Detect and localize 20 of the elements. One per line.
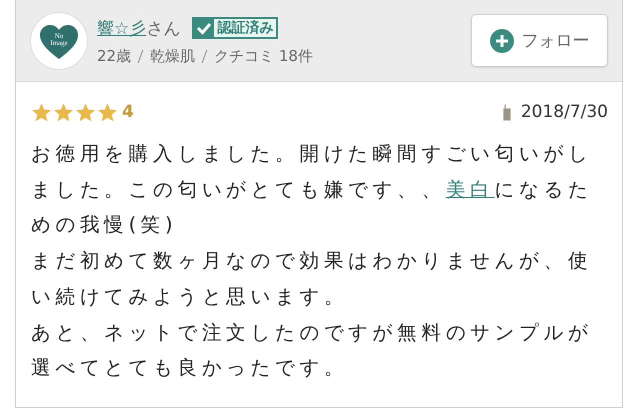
honorific: さん: [146, 18, 180, 40]
profile-detail: 乾燥肌: [150, 47, 196, 66]
plus-icon: [490, 28, 514, 52]
rating-value: 4: [122, 102, 134, 122]
keyword-link[interactable]: 美白: [446, 178, 495, 201]
star-icon: [31, 102, 52, 122]
review-text: あと、ネットで注文したのですが無料のサンプルが選べてとても良かったです。: [31, 320, 594, 382]
star-icon: [75, 102, 96, 122]
review-date: 2018/7/30: [520, 102, 608, 122]
verified-badge: 認証済み: [192, 17, 278, 39]
profile-detail: クチコミ 18件: [214, 47, 313, 66]
review-text: まだ初めて数ヶ月なので効果はわかりませんが、使い続けてみようと思います。: [31, 248, 594, 310]
follow-button[interactable]: フォロー: [471, 14, 608, 67]
profile-detail: 22歳: [97, 47, 132, 66]
phone-icon: [502, 104, 511, 120]
heart-icon: [39, 24, 79, 60]
star-icon: [97, 102, 118, 122]
user-name-link[interactable]: 響☆彡: [97, 16, 146, 40]
star-icon: [53, 102, 74, 122]
review-text: お徳用を購入しました。開けた瞬間すごい匂いがしました。この匂いがとても嫌です、、美白 になるための我慢(笑): [31, 141, 594, 238]
